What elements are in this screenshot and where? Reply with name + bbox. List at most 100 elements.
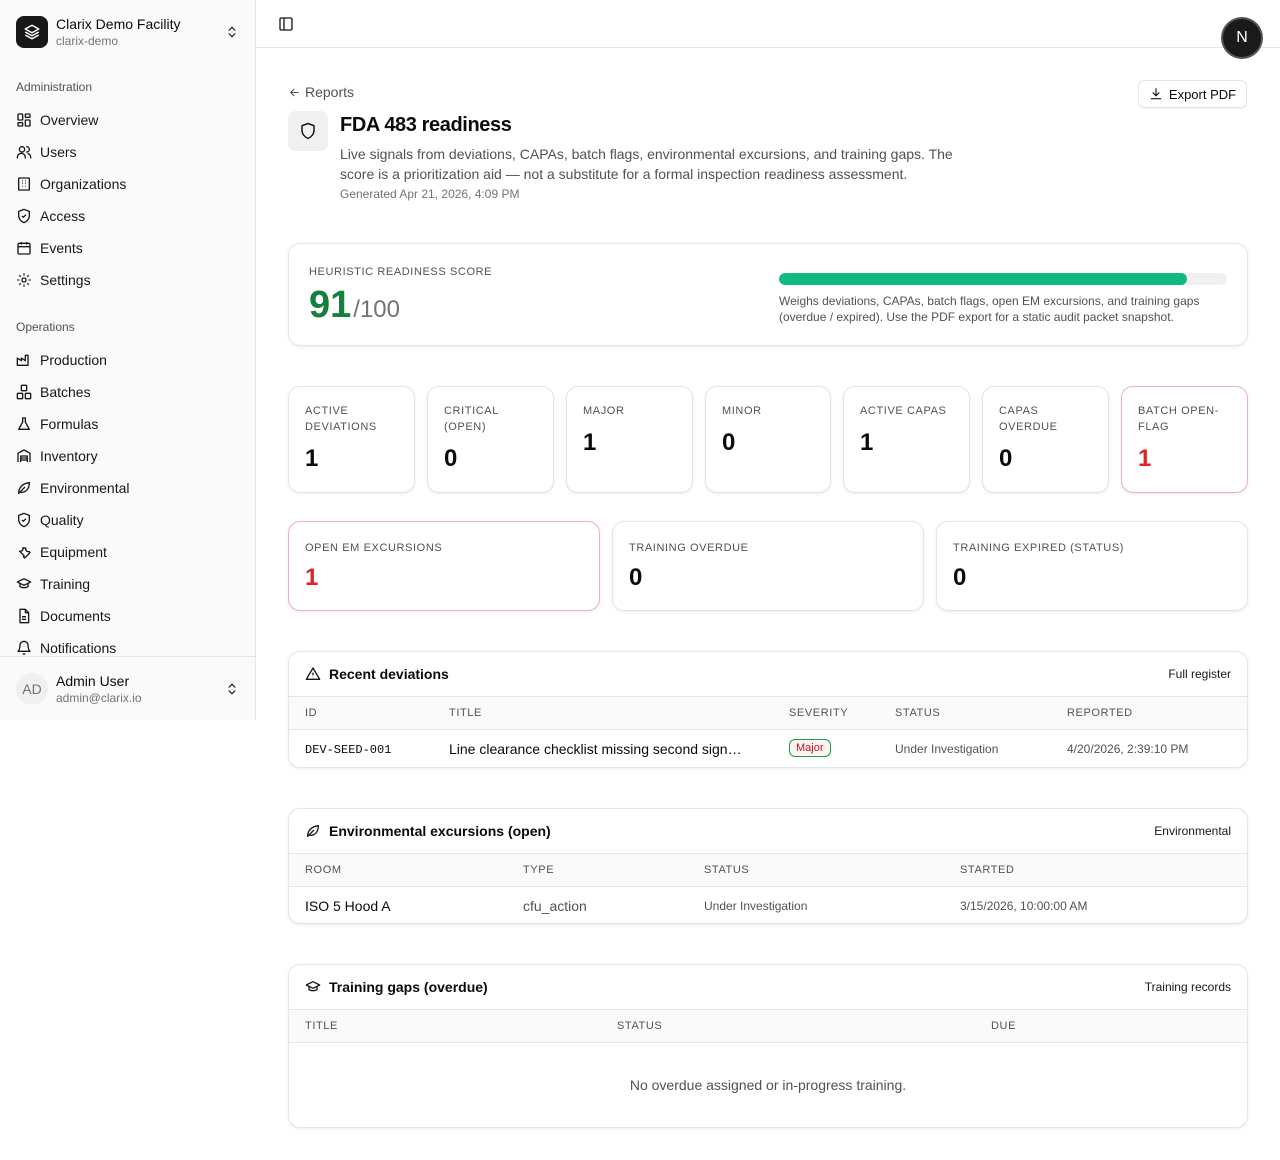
sidebar-item-settings[interactable]: Settings bbox=[8, 264, 248, 296]
readiness-score-card: HEURISTIC READINESS SCORE 91 /100 Weighs… bbox=[288, 243, 1248, 346]
metric-value: 1 bbox=[305, 445, 319, 472]
sidebar-item-formulas[interactable]: Formulas bbox=[8, 408, 248, 440]
gear-icon bbox=[16, 272, 32, 288]
sidebar-item-access[interactable]: Access bbox=[8, 200, 248, 232]
leaf-icon bbox=[16, 480, 32, 496]
sidebar-toggle-icon[interactable] bbox=[276, 14, 296, 34]
deviation-title[interactable]: Line clearance checklist missing second … bbox=[449, 741, 742, 757]
sidebar-item-label: Production bbox=[40, 352, 107, 368]
table-row[interactable]: DEV-SEED-001 Line clearance checklist mi… bbox=[289, 731, 1247, 768]
metric-training-expired: TRAINING EXPIRED (STATUS) 0 bbox=[936, 521, 1248, 611]
factory-icon bbox=[16, 352, 32, 368]
sidebar-item-label: Access bbox=[40, 208, 86, 224]
sidebar-item-label: Training bbox=[40, 576, 91, 592]
graduation-cap-icon bbox=[305, 981, 321, 992]
environmental-link[interactable]: Environmental bbox=[1154, 824, 1231, 838]
excursion-room: ISO 5 Hood A bbox=[305, 898, 391, 914]
sidebar-item-production[interactable]: Production bbox=[8, 344, 248, 376]
sidebar-item-label: Inventory bbox=[40, 448, 98, 464]
calendar-icon bbox=[16, 240, 32, 256]
sidebar-item-label: Batches bbox=[40, 384, 91, 400]
recent-deviations-card: Recent deviations Full register ID TITLE… bbox=[288, 651, 1248, 768]
score-value: 91 bbox=[309, 284, 352, 326]
flask-icon bbox=[16, 416, 32, 432]
alert-triangle-icon bbox=[305, 667, 321, 680]
table-row[interactable]: ISO 5 Hood A cfu_action Under Investigat… bbox=[289, 888, 1247, 924]
sidebar: Clarix Demo Facility clarix-demo Adminis… bbox=[0, 0, 256, 720]
chevrons-up-down-icon bbox=[224, 24, 240, 40]
column-header: STATUS bbox=[704, 864, 750, 876]
sidebar-item-batches[interactable]: Batches bbox=[8, 376, 248, 408]
export-pdf-button[interactable]: Export PDF bbox=[1138, 80, 1247, 108]
column-header: STARTED bbox=[960, 864, 1015, 876]
sidebar-item-notifications[interactable]: Notifications bbox=[8, 632, 248, 656]
sidebar-item-organizations[interactable]: Organizations bbox=[8, 168, 248, 200]
leaf-icon bbox=[307, 824, 320, 837]
excursion-status: Under Investigation bbox=[704, 899, 808, 913]
metric-minor: MINOR 0 bbox=[705, 386, 831, 493]
column-header: ROOM bbox=[305, 864, 342, 876]
sidebar-item-environmental[interactable]: Environmental bbox=[8, 472, 248, 504]
metric-label: MINOR bbox=[722, 405, 762, 417]
section-header: Training gaps (overdue) Training records bbox=[289, 965, 1247, 1010]
metric-value: 1 bbox=[583, 429, 597, 456]
metric-value: 0 bbox=[629, 564, 643, 591]
user-menu[interactable]: AD Admin User admin@clarix.io bbox=[0, 656, 256, 720]
shield-icon bbox=[288, 111, 328, 151]
top-bar bbox=[256, 0, 1280, 48]
section-title: Recent deviations bbox=[329, 666, 449, 682]
metric-label: TRAINING OVERDUE bbox=[629, 542, 749, 554]
training-records-link[interactable]: Training records bbox=[1145, 980, 1231, 994]
metric-value: 1 bbox=[305, 564, 319, 591]
sidebar-item-overview[interactable]: Overview bbox=[8, 104, 248, 136]
user-name: Admin User bbox=[56, 672, 130, 689]
generated-timestamp: Generated Apr 21, 2026, 4:09 PM bbox=[340, 187, 520, 201]
group-label-administration: Administration bbox=[16, 80, 93, 94]
full-register-link[interactable]: Full register bbox=[1168, 667, 1231, 681]
metric-critical-open: CRITICAL (OPEN) 0 bbox=[427, 386, 554, 493]
table-header: TITLE STATUS DUE bbox=[289, 1010, 1247, 1043]
graduation-cap-icon bbox=[16, 576, 32, 592]
deviation-id: DEV-SEED-001 bbox=[305, 743, 392, 757]
training-gaps-card: Training gaps (overdue) Training records… bbox=[288, 964, 1248, 1128]
bell-icon bbox=[16, 640, 32, 656]
sidebar-item-training[interactable]: Training bbox=[8, 568, 248, 600]
sidebar-item-inventory[interactable]: Inventory bbox=[8, 440, 248, 472]
back-link[interactable]: Reports bbox=[288, 84, 354, 100]
excursion-type: cfu_action bbox=[523, 898, 587, 914]
sidebar-item-events[interactable]: Events bbox=[8, 232, 248, 264]
column-header: STATUS bbox=[895, 707, 941, 719]
metric-batch-open-flag: BATCH OPEN-FLAG 1 bbox=[1121, 386, 1248, 493]
building-icon bbox=[16, 176, 32, 192]
arrow-left-icon bbox=[289, 88, 299, 96]
wrench-icon bbox=[16, 544, 32, 560]
metric-active-deviations: ACTIVE DEVIATIONS 1 bbox=[288, 386, 415, 493]
metric-capas-overdue: CAPAS OVERDUE 0 bbox=[982, 386, 1109, 493]
shield-check-icon bbox=[16, 208, 32, 224]
severity-badge: Major bbox=[789, 739, 831, 757]
next-dev-indicator[interactable]: N bbox=[1223, 19, 1261, 57]
grid-icon bbox=[16, 112, 32, 128]
facility-switcher[interactable]: Clarix Demo Facility clarix-demo bbox=[8, 8, 248, 56]
section-title: Training gaps (overdue) bbox=[329, 979, 488, 995]
table-header: ROOM TYPE STATUS STARTED bbox=[289, 854, 1247, 887]
document-icon bbox=[16, 608, 32, 624]
layers-icon bbox=[16, 16, 48, 48]
sidebar-item-quality[interactable]: Quality bbox=[8, 504, 248, 536]
metric-value: 1 bbox=[860, 429, 874, 456]
metric-value: 0 bbox=[953, 564, 967, 591]
sidebar-item-equipment[interactable]: Equipment bbox=[8, 536, 248, 568]
metric-label: CAPAS OVERDUE bbox=[999, 405, 1058, 433]
sidebar-item-documents[interactable]: Documents bbox=[8, 600, 248, 632]
sidebar-item-users[interactable]: Users bbox=[8, 136, 248, 168]
user-email: admin@clarix.io bbox=[56, 690, 142, 705]
deviation-status: Under Investigation bbox=[895, 742, 999, 756]
metric-label: TRAINING EXPIRED (STATUS) bbox=[953, 542, 1125, 554]
score-progress-fill bbox=[779, 273, 1187, 285]
facility-slug: clarix-demo bbox=[56, 34, 119, 48]
sidebar-item-label: Organizations bbox=[40, 176, 127, 192]
metric-label: BATCH OPEN-FLAG bbox=[1138, 405, 1219, 433]
metric-label: CRITICAL (OPEN) bbox=[444, 405, 499, 433]
page-description: Live signals from deviations, CAPAs, bat… bbox=[340, 146, 953, 182]
sidebar-item-label: Formulas bbox=[40, 416, 99, 432]
